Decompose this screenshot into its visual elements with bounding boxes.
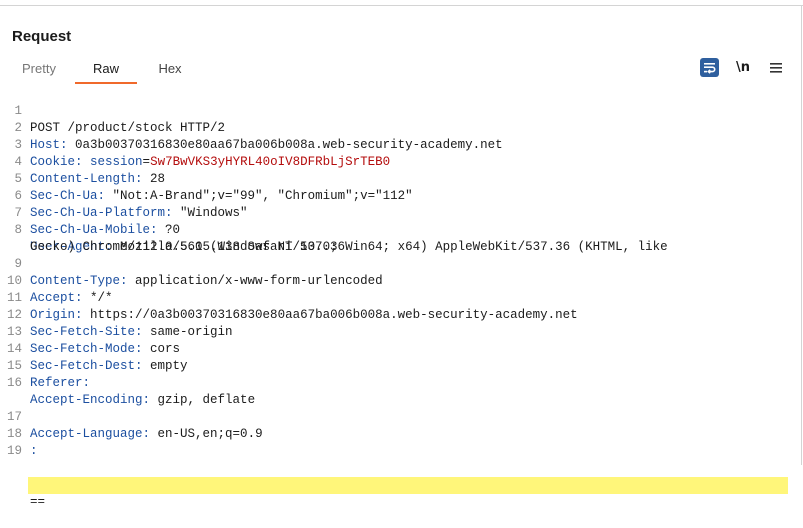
code-line: 11 Origin: https://0a3b00370316830e80aa6… xyxy=(0,273,802,322)
code-line: 4 Content-Length: 28 xyxy=(0,137,802,186)
raw-request-editor[interactable]: 1 POST /product/stock HTTP/2 2 Host: 0a3… xyxy=(0,86,802,509)
code-line: 16 Accept-Encoding: gzip, deflate xyxy=(0,358,802,407)
code-line: 2 Host: 0a3b00370316830e80aa67ba006b008a… xyxy=(0,103,802,152)
code-line: 18 : xyxy=(0,409,802,458)
code-line: 3 Cookie: session=Sw7BwVKS3yHYRL40oIV8DF… xyxy=(0,120,802,169)
options-menu-button[interactable] xyxy=(768,58,784,80)
code-line-wrapped: Gecko) Chrome/112.0.5615.138 Safari/537.… xyxy=(0,222,802,254)
code-line: 14 Sec-Fetch-Dest: empty xyxy=(0,324,802,373)
code-line: 9 Content-Type: application/x-www-form-u… xyxy=(0,239,802,288)
code-line: 17 Accept-Language: en-US,en;q=0.9 xyxy=(0,392,802,441)
code-line: 19 xyxy=(0,426,802,458)
code-line: 7 Sec-Ch-Ua-Mobile: ?0 xyxy=(0,188,802,237)
tab-pretty[interactable]: Pretty xyxy=(16,58,62,82)
show-newlines-button[interactable]: \n xyxy=(736,58,754,80)
view-tabs: Pretty Raw Hex xyxy=(0,58,803,84)
code-line: 5 Sec-Ch-Ua: "Not:A-Brand";v="99", "Chro… xyxy=(0,154,802,203)
tab-hex[interactable]: Hex xyxy=(150,58,190,82)
wrap-lines-icon xyxy=(704,63,716,74)
selection-highlight xyxy=(28,477,788,494)
code-line: 15 Referer: xyxy=(0,341,802,390)
wrap-lines-button[interactable] xyxy=(700,58,719,77)
hamburger-menu-icon xyxy=(770,63,782,73)
panel-title: Request xyxy=(12,28,72,45)
code-line: 6 Sec-Ch-Ua-Platform: "Windows" xyxy=(0,171,802,220)
tab-raw[interactable]: Raw xyxy=(75,58,137,84)
code-line: 1 POST /product/stock HTTP/2 xyxy=(0,86,802,135)
code-line: 10 Accept: */* xyxy=(0,256,802,305)
code-line-wrapped xyxy=(0,375,802,392)
code-line: 8 User-Agent: Mozilla/5.0 (Windows NT 10… xyxy=(0,205,802,254)
code-line-highlighted: == xyxy=(0,443,802,509)
code-line: 13 Sec-Fetch-Mode: cors xyxy=(0,307,802,356)
code-line: 12 Sec-Fetch-Site: same-origin xyxy=(0,290,802,339)
